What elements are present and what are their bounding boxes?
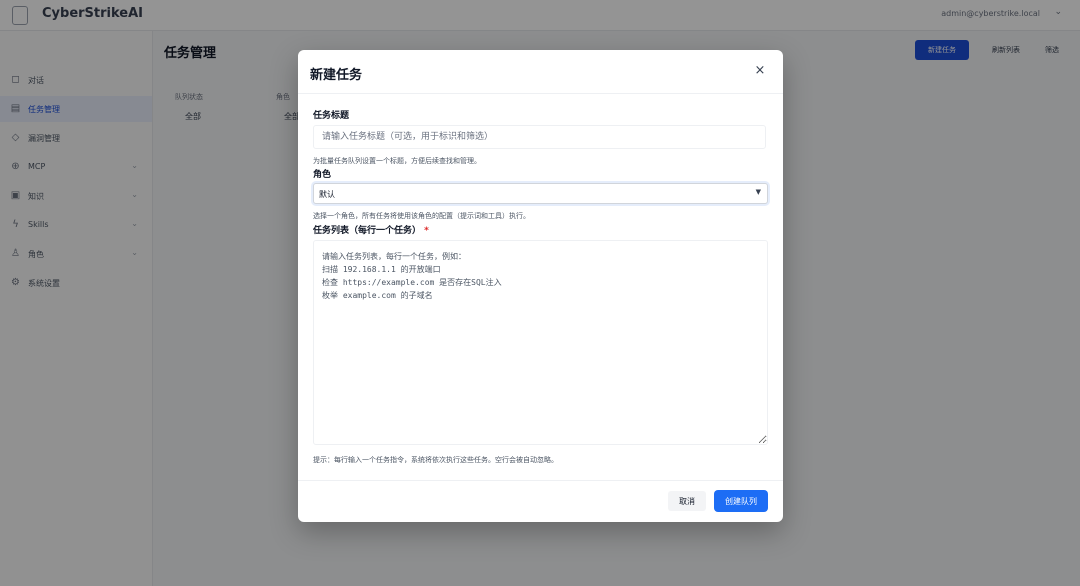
task-list-hint: 提示：每行输入一个任务指令，系统将依次执行这些任务。空行会被自动忽略。	[313, 456, 558, 464]
new-task-dialog: 新建任务 × 任务标题 为批量任务队列设置一个标题，方便后续查找和管理。 角色 …	[298, 50, 783, 522]
task-title-label: 任务标题	[313, 111, 350, 121]
modal-header: 新建任务 ×	[298, 50, 783, 94]
close-icon[interactable]: ×	[751, 62, 769, 80]
task-list-label-text: 任务列表（每行一个任务）	[313, 226, 422, 236]
caret-down-icon: ▼	[755, 188, 761, 196]
modal-footer	[298, 480, 783, 523]
modal-title: 新建任务	[310, 68, 363, 83]
create-queue-button[interactable]: 创建队列	[714, 490, 768, 512]
role-hint: 选择一个角色，所有任务将使用该角色的配置（提示词和工具）执行。	[313, 212, 530, 220]
task-title-hint: 为批量任务队列设置一个标题，方便后续查找和管理。	[313, 157, 481, 165]
role-select[interactable]: 默认 ▼	[313, 183, 768, 204]
role-select-value: 默认	[319, 190, 335, 199]
required-mark: *	[424, 226, 429, 236]
task-list-textarea[interactable]	[313, 240, 768, 445]
task-list-label: 任务列表（每行一个任务） *	[313, 223, 429, 236]
role-label: 角色	[313, 170, 332, 180]
cancel-button[interactable]: 取消	[668, 491, 706, 511]
task-title-input[interactable]	[313, 125, 766, 149]
